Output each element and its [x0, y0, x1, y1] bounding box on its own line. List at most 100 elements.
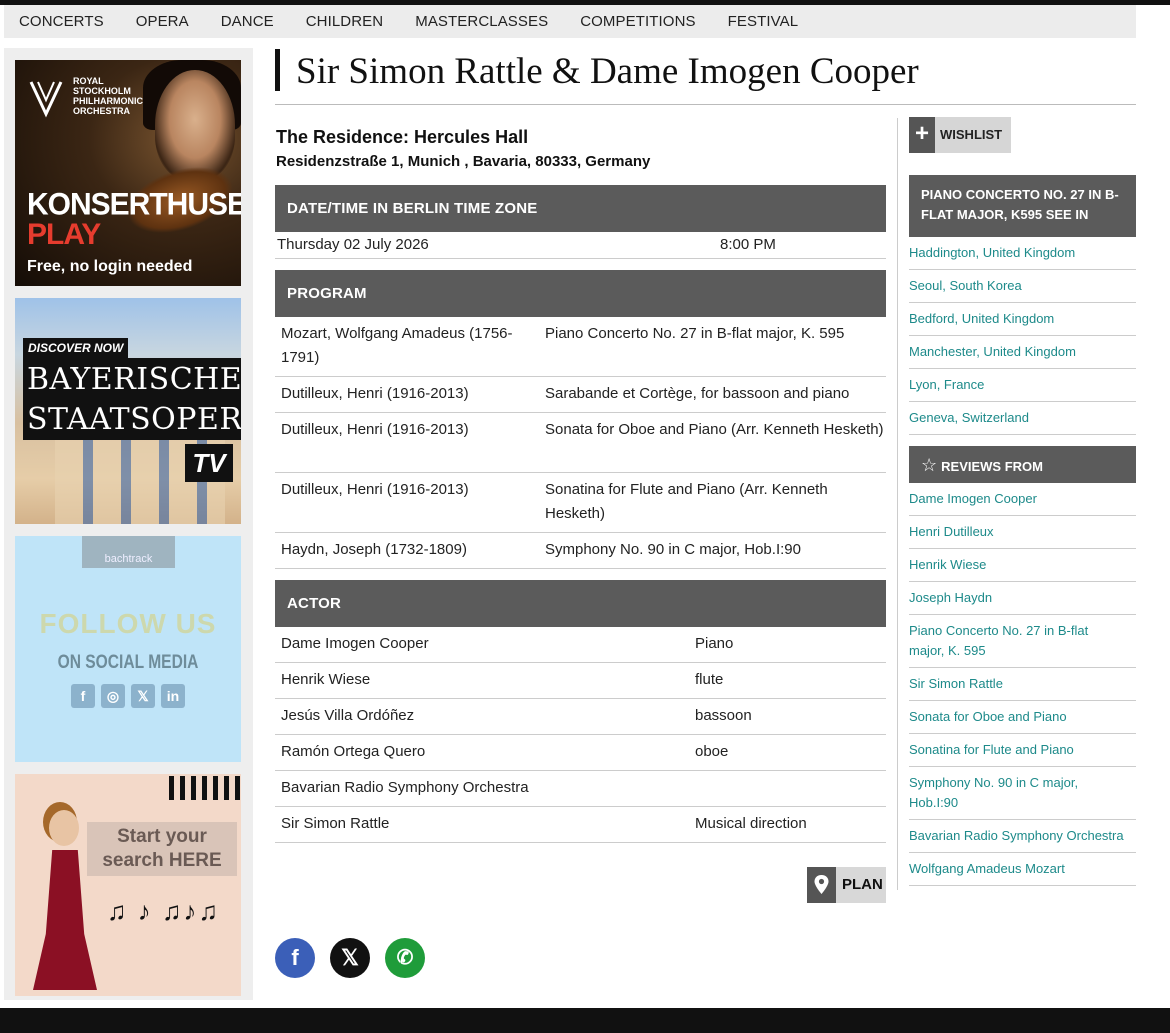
program-row: Mozart, Wolfgang Amadeus (1756-1791) Pia…	[275, 317, 886, 377]
nav-masterclasses[interactable]: MASTERCLASSES	[415, 13, 548, 30]
actor-row: Ramón Ortega Quero oboe	[275, 735, 886, 771]
ad-konserthuset-play[interactable]: ROYAL STOCKHOLM PHILHARMONIC ORCHESTRA K…	[15, 60, 241, 286]
venue-address: Residenzstraße 1, Munich , Bavaria, 8033…	[276, 153, 651, 170]
program-composer: Dutilleux, Henri (1916-2013)	[281, 481, 469, 498]
review-link[interactable]: Dame Imogen Cooper	[909, 489, 1136, 516]
nav-competitions[interactable]: COMPETITIONS	[580, 13, 695, 30]
x-icon: 𝕏	[131, 684, 155, 708]
review-link[interactable]: Sonata for Oboe and Piano	[909, 707, 1136, 734]
actor-row: Dame Imogen Cooper Piano	[275, 627, 886, 663]
datetime-row: Thursday 02 July 2026 8:00 PM	[275, 232, 886, 259]
review-link[interactable]: Piano Concerto No. 27 in B-flat major, K…	[909, 621, 1136, 668]
see-in-link[interactable]: Lyon, France	[909, 375, 1136, 402]
x-icon: 𝕏	[341, 945, 359, 970]
venue-name: The Residence: Hercules Hall	[276, 127, 529, 147]
ad-tv-label: TV	[185, 444, 233, 482]
org-line: STOCKHOLM	[73, 86, 131, 96]
bachtrack-logo: bachtrack	[82, 536, 175, 568]
review-link[interactable]: Sir Simon Rattle	[909, 674, 1136, 701]
actor-row: Henrik Wiese flute	[275, 663, 886, 699]
ad-search-box: Start your search HERE	[87, 822, 237, 876]
ad-bayerische-staatsoper[interactable]: DISCOVER NOW BAYERISCHE STAATSOPER TV	[15, 298, 241, 524]
reviews-heading-label: REVIEWS FROM	[941, 459, 1043, 474]
share-x-button[interactable]: 𝕏	[330, 938, 370, 978]
actor-name: Ramón Ortega Quero	[281, 743, 426, 760]
title-accent-bar	[275, 49, 280, 91]
share-facebook-button[interactable]: f	[275, 938, 315, 978]
singer-illustration-head	[49, 810, 79, 846]
org-line: PHILHARMONIC	[73, 96, 143, 106]
ad-discover-badge: DISCOVER NOW	[23, 338, 129, 358]
wishlist-button[interactable]: + WISHLIST	[909, 117, 1011, 153]
piano-keys-icon	[169, 776, 241, 800]
see-in-link[interactable]: Manchester, United Kingdom	[909, 342, 1136, 369]
program-row: Dutilleux, Henri (1916-2013) Sonatina fo…	[275, 473, 886, 533]
see-in-link[interactable]: Geneva, Switzerland	[909, 408, 1136, 435]
whatsapp-icon: ✆	[396, 947, 414, 969]
actor-row: Jesús Villa Ordóñez bassoon	[275, 699, 886, 735]
program-row: Dutilleux, Henri (1916-2013) Sonata for …	[275, 413, 886, 473]
nav-opera[interactable]: OPERA	[136, 13, 189, 30]
program-heading: PROGRAM	[275, 270, 886, 317]
program-work: Symphony No. 90 in C major, Hob.I:90	[545, 541, 801, 558]
title-divider	[275, 104, 1136, 105]
category-nav: CONCERTS OPERA DANCE CHILDREN MASTERCLAS…	[4, 5, 1136, 38]
see-in-link[interactable]: Haddington, United Kingdom	[909, 243, 1136, 270]
actor-role: oboe	[695, 743, 729, 760]
program-work: Sonata for Oboe and Piano (Arr. Kenneth …	[545, 421, 884, 438]
ad-start-search[interactable]: Start your search HERE ♫ ♪ ♫♪♫	[15, 774, 241, 996]
actor-role: bassoon	[695, 707, 752, 724]
review-link[interactable]: Henri Dutilleux	[909, 522, 1136, 549]
actor-name: Henrik Wiese	[281, 671, 371, 688]
plan-button[interactable]: PLAN	[807, 867, 886, 903]
ad-title-line: STAATSOPER	[27, 402, 241, 437]
review-link[interactable]: Joseph Haydn	[909, 588, 1136, 615]
review-link[interactable]: Symphony No. 90 in C major, Hob.I:90	[909, 773, 1136, 820]
program-row: Haydn, Joseph (1732-1809) Symphony No. 9…	[275, 533, 886, 569]
ad-follow-us: FOLLOW US	[39, 608, 217, 639]
linkedin-icon: in	[161, 684, 185, 708]
plan-label: PLAN	[842, 876, 883, 893]
review-link[interactable]: Sonatina for Flute and Piano	[909, 740, 1136, 767]
actor-role: flute	[695, 671, 724, 688]
page-title: Sir Simon Rattle & Dame Imogen Cooper	[296, 51, 919, 92]
program-work: Sonatina for Flute and Piano (Arr. Kenne…	[545, 481, 828, 522]
see-in-link[interactable]: Bedford, United Kingdom	[909, 309, 1136, 336]
actor-name: Sir Simon Rattle	[281, 815, 390, 832]
ad-column: ROYAL STOCKHOLM PHILHARMONIC ORCHESTRA K…	[4, 48, 253, 1000]
facebook-icon: f	[291, 945, 299, 970]
review-link[interactable]: Bavarian Radio Symphony Orchestra	[909, 826, 1136, 853]
program-composer: Dutilleux, Henri (1916-2013)	[281, 421, 469, 438]
see-in-link[interactable]: Seoul, South Korea	[909, 276, 1136, 303]
program-row: Dutilleux, Henri (1916-2013) Sarabande e…	[275, 377, 886, 413]
reviews-heading: ☆ REVIEWS FROM	[909, 446, 1136, 483]
ad-bachtrack-social[interactable]: bachtrack FOLLOW US ON SOCIAL MEDIA f ◎ …	[15, 536, 241, 762]
ad-search-line: search HERE	[102, 850, 222, 871]
ad-tagline: Free, no login needed	[27, 258, 193, 275]
wishlist-label: WISHLIST	[940, 127, 1003, 142]
nav-children[interactable]: CHILDREN	[306, 13, 383, 30]
actor-row: Sir Simon Rattle Musical direction	[275, 807, 886, 843]
actor-row: Bavarian Radio Symphony Orchestra	[275, 771, 886, 807]
review-link[interactable]: Wolfgang Amadeus Mozart	[909, 859, 1136, 886]
program-composer: Dutilleux, Henri (1916-2013)	[281, 385, 469, 402]
nav-dance[interactable]: DANCE	[221, 13, 274, 30]
see-in-heading: PIANO CONCERTO NO. 27 IN B-FLAT MAJOR, K…	[909, 175, 1136, 237]
datetime-heading: DATE/TIME IN BERLIN TIME ZONE	[275, 185, 886, 232]
nav-festival[interactable]: FESTIVAL	[728, 13, 799, 30]
facebook-icon: f	[71, 684, 95, 708]
program-work: Piano Concerto No. 27 in B-flat major, K…	[545, 325, 845, 342]
map-pin-icon	[807, 867, 836, 903]
plus-icon: +	[909, 117, 935, 153]
review-link[interactable]: Henrik Wiese	[909, 555, 1136, 582]
ad-org-name: ROYAL STOCKHOLM PHILHARMONIC ORCHESTRA	[73, 76, 153, 116]
actor-role: Piano	[695, 635, 734, 652]
nav-concerts[interactable]: CONCERTS	[19, 13, 104, 30]
program-work: Sarabande et Cortège, for bassoon and pi…	[545, 385, 850, 402]
program-composer: Haydn, Joseph (1732-1809)	[281, 541, 467, 558]
event-time: 8:00 PM	[720, 236, 776, 253]
share-whatsapp-button[interactable]: ✆	[385, 938, 425, 978]
ad-brand-play: PLAY	[27, 218, 101, 251]
ad-bayerische-title: BAYERISCHE STAATSOPER	[23, 358, 241, 440]
music-notes-icon: ♫ ♪ ♫♪♫	[107, 896, 220, 926]
